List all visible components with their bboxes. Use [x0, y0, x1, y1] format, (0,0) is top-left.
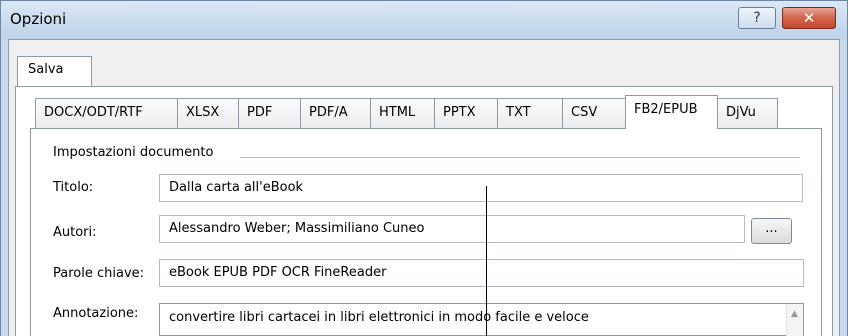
scroll-up-arrow-icon[interactable]: ▲	[786, 307, 803, 321]
title-label: Titolo:	[53, 180, 94, 195]
tab-docx-odt-rtf[interactable]: DOCX/ODT/RTF	[35, 98, 178, 128]
annotation-textarea[interactable]: convertire libri cartacei in libri elett…	[159, 303, 804, 336]
tab-pdf-a[interactable]: PDF/A	[300, 98, 371, 128]
tab-djvu[interactable]: DjVu	[717, 98, 778, 128]
tab-xlsx[interactable]: XLSX	[177, 98, 239, 128]
help-button[interactable]: ?	[738, 7, 776, 29]
authors-field[interactable]: Alessandro Weber; Massimiliano Cuneo	[159, 215, 745, 243]
tab-csv[interactable]: CSV	[562, 98, 626, 128]
tab-salva[interactable]: Salva	[17, 56, 92, 87]
document-settings-group-label: Impostazioni documento	[53, 145, 220, 160]
tab-pdf[interactable]: PDF	[238, 98, 301, 128]
close-button[interactable]: ✕	[782, 7, 836, 29]
tab-fb2-epub[interactable]: FB2/EPUB	[625, 95, 718, 129]
tab-txt[interactable]: TXT	[497, 98, 563, 128]
authors-label: Autori:	[53, 225, 97, 240]
title-field[interactable]: Dalla carta all'eBook	[159, 174, 803, 202]
text-cursor-icon	[486, 186, 487, 336]
tab-pptx[interactable]: PPTX	[434, 98, 498, 128]
group-separator	[240, 157, 800, 158]
tab-html[interactable]: HTML	[370, 98, 435, 128]
keywords-label: Parole chiave:	[53, 266, 145, 281]
browse-authors-button[interactable]: ...	[751, 218, 792, 244]
title-bar[interactable]	[1, 1, 847, 39]
keywords-field[interactable]: eBook EPUB PDF OCR FineReader	[159, 259, 804, 287]
window-title: Opzioni	[10, 10, 67, 28]
annotation-label: Annotazione:	[53, 306, 139, 321]
